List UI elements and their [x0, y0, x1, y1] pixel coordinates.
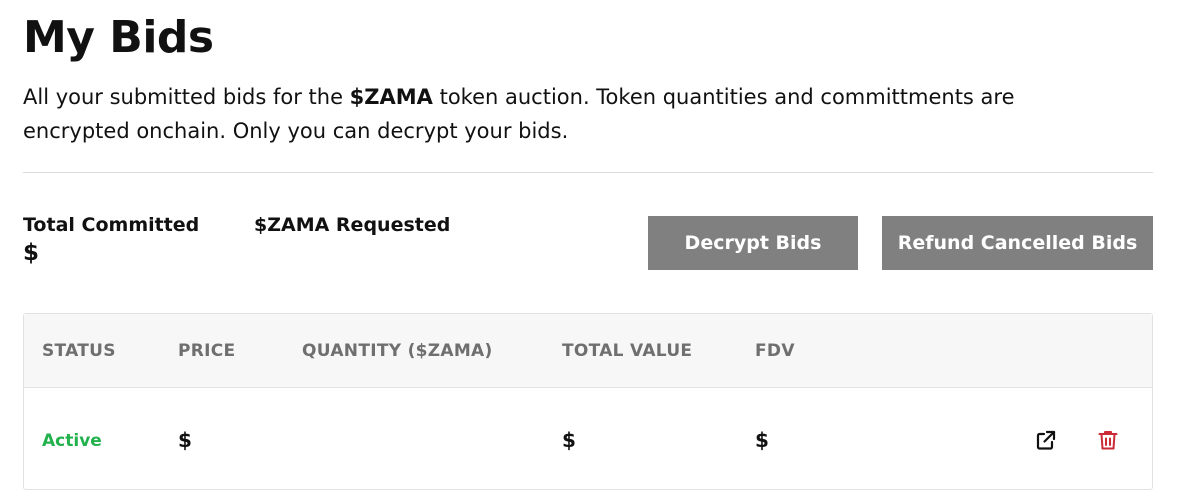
zama-requested-label: $ZAMA Requested [254, 214, 451, 236]
total-committed-value: $ [23, 240, 40, 266]
page-subtitle: All your submitted bids for the $ZAMA to… [23, 80, 1123, 148]
bid-fdv: $ [755, 428, 769, 452]
status-badge: Active [42, 431, 102, 451]
column-header-total-value: TOTAL VALUE [562, 341, 693, 361]
subtitle-text-start: All your submitted bids for the [23, 85, 350, 109]
column-header-price: PRICE [178, 341, 236, 361]
bid-price: $ [178, 428, 192, 452]
refund-cancelled-bids-button[interactable]: Refund Cancelled Bids [882, 216, 1153, 270]
column-header-status: STATUS [42, 341, 116, 361]
column-header-fdv: FDV [755, 341, 795, 361]
column-header-quantity: QUANTITY ($ZAMA) [302, 341, 493, 361]
total-committed-label: Total Committed [23, 214, 200, 236]
decrypt-bids-button[interactable]: Decrypt Bids [648, 216, 858, 270]
bids-table: STATUS PRICE QUANTITY ($ZAMA) TOTAL VALU… [23, 313, 1153, 490]
zama-requested-stat: $ZAMA Requested [254, 212, 450, 238]
bids-table-header: STATUS PRICE QUANTITY ($ZAMA) TOTAL VALU… [24, 314, 1152, 388]
subtitle-token: $ZAMA [349, 85, 433, 109]
trash-icon[interactable] [1096, 428, 1120, 452]
header-divider [23, 172, 1153, 173]
bid-total-value: $ [562, 428, 576, 452]
page-title: My Bids [23, 12, 214, 63]
external-link-icon[interactable] [1034, 428, 1058, 452]
table-row: Active $ $ $ [24, 388, 1152, 489]
total-committed-stat: Total Committed $ [23, 212, 199, 268]
